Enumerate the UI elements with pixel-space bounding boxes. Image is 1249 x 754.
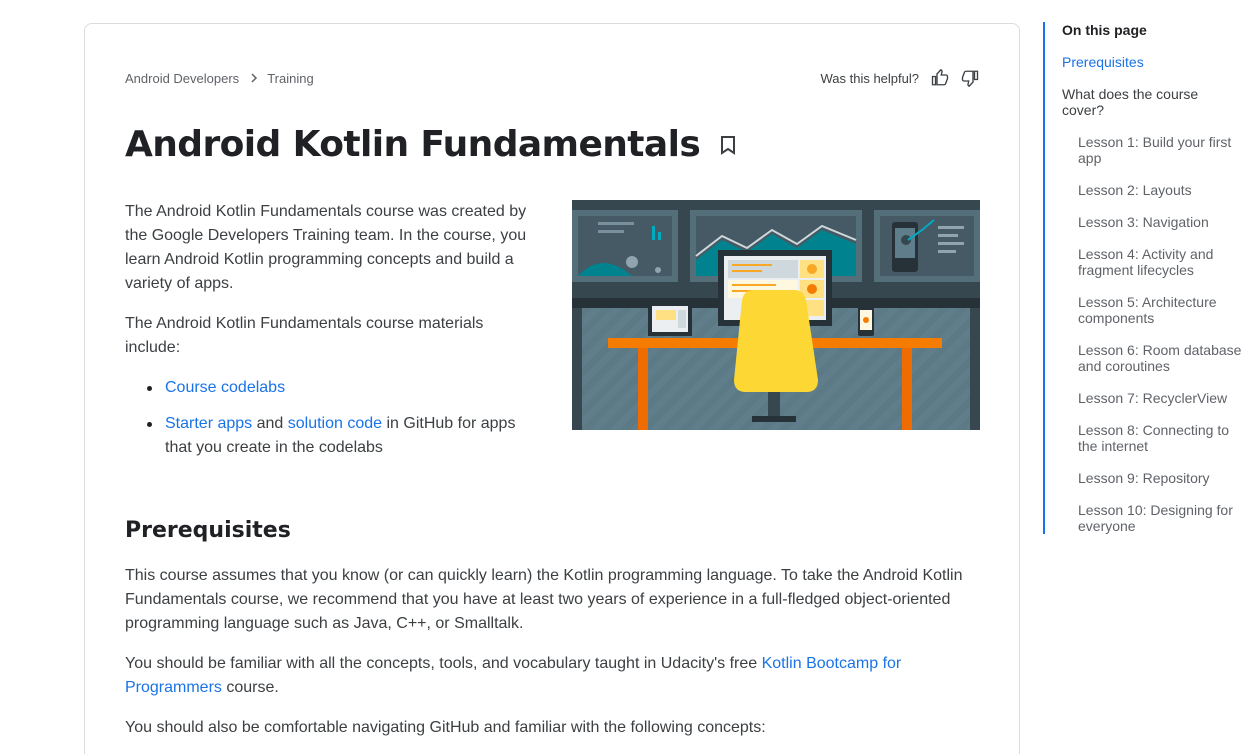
toc-item-lesson-3[interactable]: Lesson 3: Navigation	[1062, 214, 1243, 230]
breadcrumb-android-developers[interactable]: Android Developers	[125, 71, 239, 86]
toc-item-course-cover[interactable]: What does the course cover?	[1062, 86, 1243, 118]
intro-paragraph-2: The Android Kotlin Fundamentals course m…	[125, 315, 484, 356]
thumb-up-icon[interactable]	[931, 69, 949, 87]
toc-item-lesson-10[interactable]: Lesson 10: Designing for everyone	[1062, 502, 1243, 534]
intro-section: The Android Kotlin Fundamentals course w…	[125, 200, 535, 472]
breadcrumb: Android Developers Training	[125, 71, 314, 86]
toc-title: On this page	[1062, 22, 1147, 38]
toc-item-prerequisites[interactable]: Prerequisites	[1062, 54, 1243, 70]
toc-item-lesson-6[interactable]: Lesson 6: Room database and coroutines	[1062, 342, 1243, 374]
list-item: Course codelabs	[147, 376, 535, 400]
thumb-down-icon[interactable]	[961, 69, 979, 87]
prereq-paragraph-2: You should be familiar with all the conc…	[125, 652, 985, 700]
toc-item-lesson-4[interactable]: Lesson 4: Activity and fragment lifecycl…	[1062, 246, 1243, 278]
on-this-page-toc: On this page Prerequisites What does the…	[1043, 22, 1243, 534]
list-text-and: and	[252, 415, 288, 432]
title-row: Android Kotlin Fundamentals	[125, 124, 736, 165]
page: Android Developers Training Was this hel…	[0, 0, 1249, 754]
prerequisites-section: This course assumes that you know (or ca…	[125, 564, 985, 754]
prereq-p2-post: course.	[221, 679, 279, 696]
chevron-right-icon	[249, 73, 259, 83]
toc-item-lesson-7[interactable]: Lesson 7: RecyclerView	[1062, 390, 1243, 406]
toc-item-lesson-2[interactable]: Lesson 2: Layouts	[1062, 182, 1243, 198]
helpful-label: Was this helpful?	[820, 70, 919, 86]
list-item: Starter apps and solution code in GitHub…	[147, 412, 535, 460]
toc-item-lesson-9[interactable]: Lesson 9: Repository	[1062, 470, 1243, 486]
prereq-paragraph-3: You should also be comfortable navigatin…	[125, 719, 766, 736]
hero-illustration	[572, 200, 980, 430]
prereq-p2-pre: You should be familiar with all the conc…	[125, 655, 762, 672]
page-title: Android Kotlin Fundamentals	[125, 124, 701, 165]
prereq-paragraph-1: This course assumes that you know (or ca…	[125, 567, 963, 632]
top-bar: Android Developers Training Was this hel…	[125, 68, 979, 88]
materials-list: Course codelabs Starter apps and solutio…	[125, 376, 535, 460]
bookmark-icon[interactable]	[720, 135, 736, 155]
intro-paragraph-1: The Android Kotlin Fundamentals course w…	[125, 203, 527, 292]
toc-item-lesson-1[interactable]: Lesson 1: Build your first app	[1062, 134, 1243, 166]
toc-item-lesson-5[interactable]: Lesson 5: Architecture components	[1062, 294, 1243, 326]
helpful-feedback: Was this helpful?	[820, 69, 979, 87]
course-codelabs-link[interactable]: Course codelabs	[165, 379, 285, 396]
content-card: Android Developers Training Was this hel…	[84, 23, 1020, 754]
prerequisites-heading: Prerequisites	[125, 518, 291, 543]
toc-item-lesson-8[interactable]: Lesson 8: Connecting to the internet	[1062, 422, 1243, 454]
breadcrumb-training[interactable]: Training	[267, 71, 313, 86]
solution-code-link[interactable]: solution code	[288, 415, 382, 432]
starter-apps-link[interactable]: Starter apps	[165, 415, 252, 432]
